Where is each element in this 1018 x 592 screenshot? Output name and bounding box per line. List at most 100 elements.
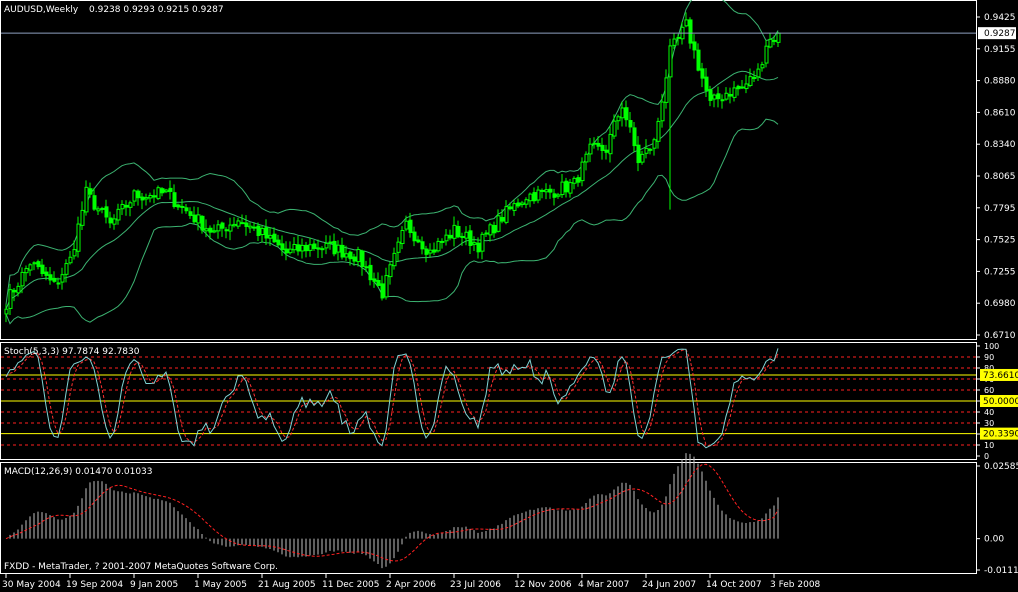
bollinger-lower (5, 118, 779, 325)
stoch-level-tag: 73.6610 (983, 371, 1018, 381)
candle-body (44, 271, 49, 276)
stoch-axis-label: 30 (984, 419, 994, 428)
time-axis-label: 30 May 2004 (2, 580, 61, 590)
candle-body (620, 107, 625, 119)
time-axis-label: 21 Aug 2005 (258, 580, 316, 590)
candle-body (288, 248, 293, 254)
candle-body (444, 234, 449, 242)
candle-body (412, 231, 417, 242)
candle-body (608, 133, 613, 155)
stoch-axis-label: 90 (984, 353, 994, 362)
candle-body (296, 244, 301, 252)
candle-body (600, 144, 605, 151)
candle-body (524, 199, 529, 205)
candle-body (260, 228, 265, 236)
candle-body (140, 196, 145, 201)
time-axis-label: 24 Jun 2007 (642, 580, 696, 590)
stoch-main-line (5, 348, 779, 449)
candle-body (252, 226, 257, 229)
candle-body (4, 308, 9, 315)
candle-body (356, 249, 361, 263)
candle-body (204, 228, 209, 232)
candle-body (48, 274, 53, 281)
candle-body (560, 181, 565, 196)
candle-body (552, 193, 557, 198)
candle-body (144, 197, 149, 200)
candle-body (604, 149, 609, 153)
candle-body (24, 268, 29, 274)
candle-body (104, 206, 109, 218)
candle-body (264, 227, 269, 239)
candle-body (520, 202, 525, 206)
candle-body (20, 271, 25, 287)
candle-body (292, 243, 297, 251)
candle-body (712, 94, 717, 100)
candle-body (324, 242, 329, 249)
candle-body (400, 229, 405, 245)
candle-body (364, 266, 369, 269)
stoch-axis-label: 100 (984, 342, 999, 351)
candle-body (28, 264, 33, 271)
time-axis-label: 3 Feb 2008 (770, 580, 821, 590)
candle-body (544, 189, 549, 193)
candle-body (240, 222, 245, 225)
candle-body (472, 242, 477, 245)
candle-body (340, 244, 345, 258)
candle-body (312, 243, 317, 249)
candle-body (748, 76, 753, 86)
candle-body (704, 76, 709, 91)
symbol-label: AUDUSD,Weekly (4, 5, 79, 15)
price-axis-label: 0.7525 (984, 236, 1016, 246)
candle-body (532, 192, 537, 202)
candle-body (220, 222, 225, 229)
candle-body (708, 89, 713, 101)
candle-body (80, 209, 85, 226)
candle-body (736, 85, 741, 90)
time-axis-label: 19 Sep 2004 (66, 580, 123, 590)
time-axis-label: 14 Oct 2007 (706, 580, 762, 590)
candle-body (628, 120, 633, 128)
candle-body (664, 77, 669, 103)
current-price-tag: 0.9287 (984, 29, 1016, 39)
candle-body (488, 224, 493, 236)
candle-body (384, 275, 389, 298)
candle-body (284, 248, 289, 254)
candle-body (328, 241, 333, 244)
chart-svg[interactable]: 0.9425 0.9155 0.8880 0.8610 0.8340 0.8065 0.77… (0, 0, 1018, 592)
candle-body (216, 224, 221, 232)
panel-frames (0, 0, 977, 574)
candle-body (504, 206, 509, 223)
candle-body (468, 230, 473, 246)
candle-body (776, 32, 781, 43)
candle-body (300, 244, 305, 252)
candle-body (492, 224, 497, 234)
candle-body (336, 244, 341, 253)
candle-body (744, 83, 749, 90)
candle-body (228, 224, 233, 232)
candle-body (184, 207, 189, 212)
macd-panel-frame (0, 462, 977, 574)
candle-body (496, 215, 501, 232)
stoch-level-tag: 50.0000 (983, 397, 1018, 407)
candle-body (764, 45, 769, 64)
time-axis-label: 1 May 2005 (194, 580, 247, 590)
time-axis-label: 4 Mar 2007 (578, 580, 629, 590)
ohlc-label: 0.9238 0.9293 0.9215 0.9287 (89, 5, 224, 15)
price-layer[interactable] (1, 0, 976, 325)
candle-body (428, 249, 433, 254)
price-axis-label: 0.8880 (984, 77, 1016, 87)
candle-body (92, 195, 97, 210)
candle-body (72, 249, 77, 257)
candle-body (236, 220, 241, 227)
candle-body (368, 264, 373, 281)
candle-body (416, 239, 421, 243)
candle-body (40, 264, 45, 274)
stoch-layer[interactable] (1, 348, 976, 449)
candle-body (32, 262, 37, 265)
stoch-signal-line (5, 348, 779, 447)
candle-body (616, 116, 621, 122)
candle-body (232, 223, 237, 227)
time-axis-label: 23 Jul 2006 (450, 580, 501, 590)
candle-body (740, 86, 745, 89)
candle-body (464, 231, 469, 239)
